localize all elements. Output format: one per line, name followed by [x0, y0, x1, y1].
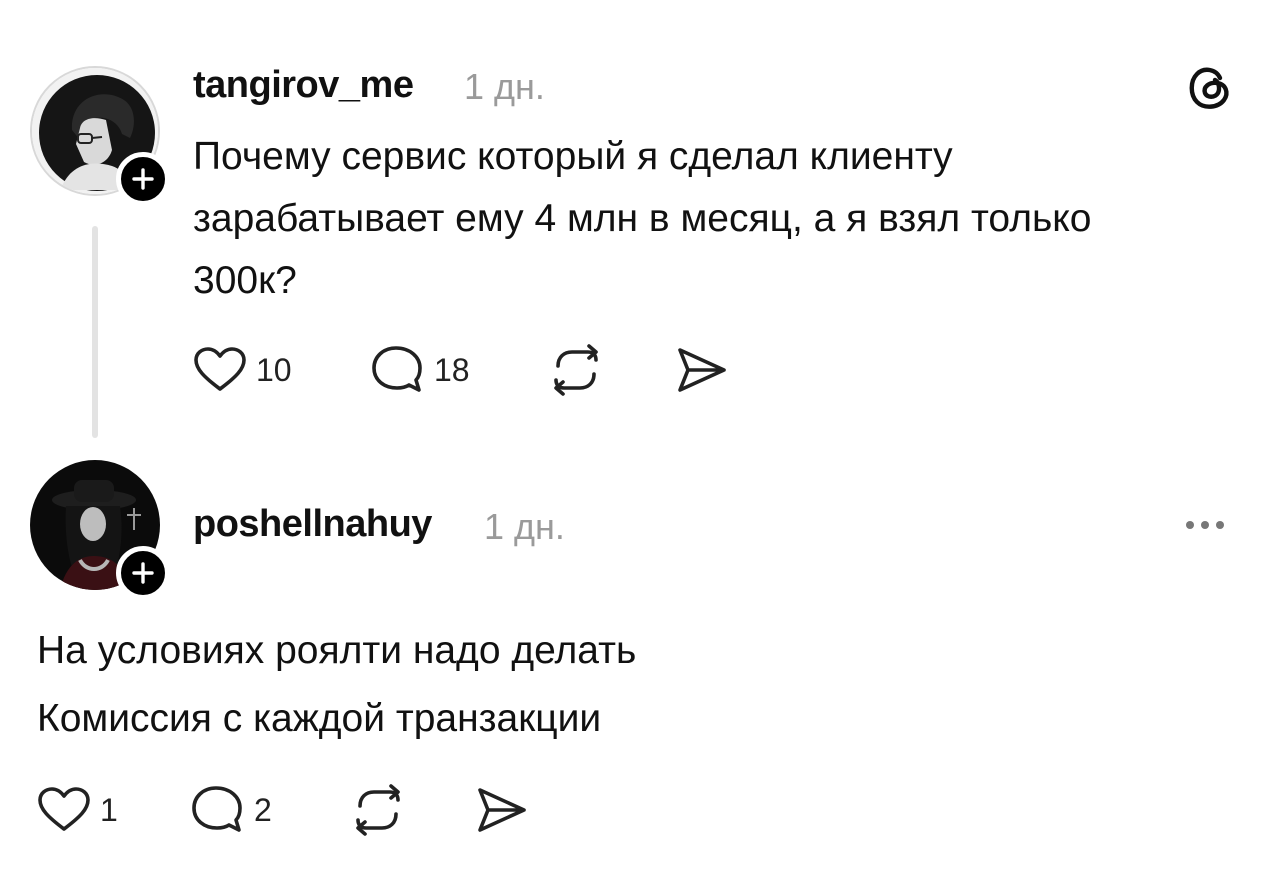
- timestamp: 1 дн.: [484, 506, 565, 547]
- like-button[interactable]: 1: [36, 786, 118, 834]
- like-count: 10: [256, 351, 292, 388]
- post-text-line: зарабатывает ему 4 млн в месяц, а я взял…: [193, 197, 1092, 240]
- share-icon: [478, 788, 526, 832]
- timestamp: 1 дн.: [464, 66, 545, 107]
- post-text-line: 300к?: [193, 259, 297, 302]
- comment-icon: [372, 346, 422, 392]
- plus-icon: [132, 168, 154, 190]
- thread-line: [92, 226, 98, 438]
- like-button[interactable]: 10: [192, 346, 292, 394]
- repost-button[interactable]: [548, 344, 604, 401]
- repost-icon: [356, 784, 400, 836]
- share-icon: [678, 348, 726, 392]
- reply-count: 2: [254, 791, 272, 828]
- reply-button[interactable]: 2: [190, 784, 272, 836]
- dot: [1201, 521, 1209, 529]
- reply-button[interactable]: 18: [370, 344, 470, 396]
- dot: [1216, 521, 1224, 529]
- more-options-icon[interactable]: [1186, 521, 1224, 529]
- heart-icon: [194, 347, 246, 391]
- reply-text-line: Комиссия с каждой транзакции: [37, 697, 602, 740]
- like-count: 1: [100, 791, 118, 828]
- username[interactable]: poshellnahuy: [193, 503, 432, 546]
- heart-icon: [38, 787, 90, 831]
- repost-button[interactable]: [350, 784, 406, 841]
- repost-icon: [554, 344, 598, 396]
- reply-text-line: На условиях роялти надо делать: [37, 629, 637, 672]
- share-button[interactable]: [474, 784, 530, 841]
- reply-count: 18: [434, 351, 470, 388]
- follow-button[interactable]: [116, 546, 170, 600]
- username[interactable]: tangirov_me: [193, 64, 414, 107]
- post-text-line: Почему сервис который я сделал клиенту: [193, 135, 953, 178]
- dot: [1186, 521, 1194, 529]
- comment-icon: [192, 786, 242, 832]
- follow-button[interactable]: [116, 152, 170, 206]
- threads-logo-icon[interactable]: [1182, 60, 1236, 119]
- plus-icon: [132, 562, 154, 584]
- share-button[interactable]: [674, 344, 730, 401]
